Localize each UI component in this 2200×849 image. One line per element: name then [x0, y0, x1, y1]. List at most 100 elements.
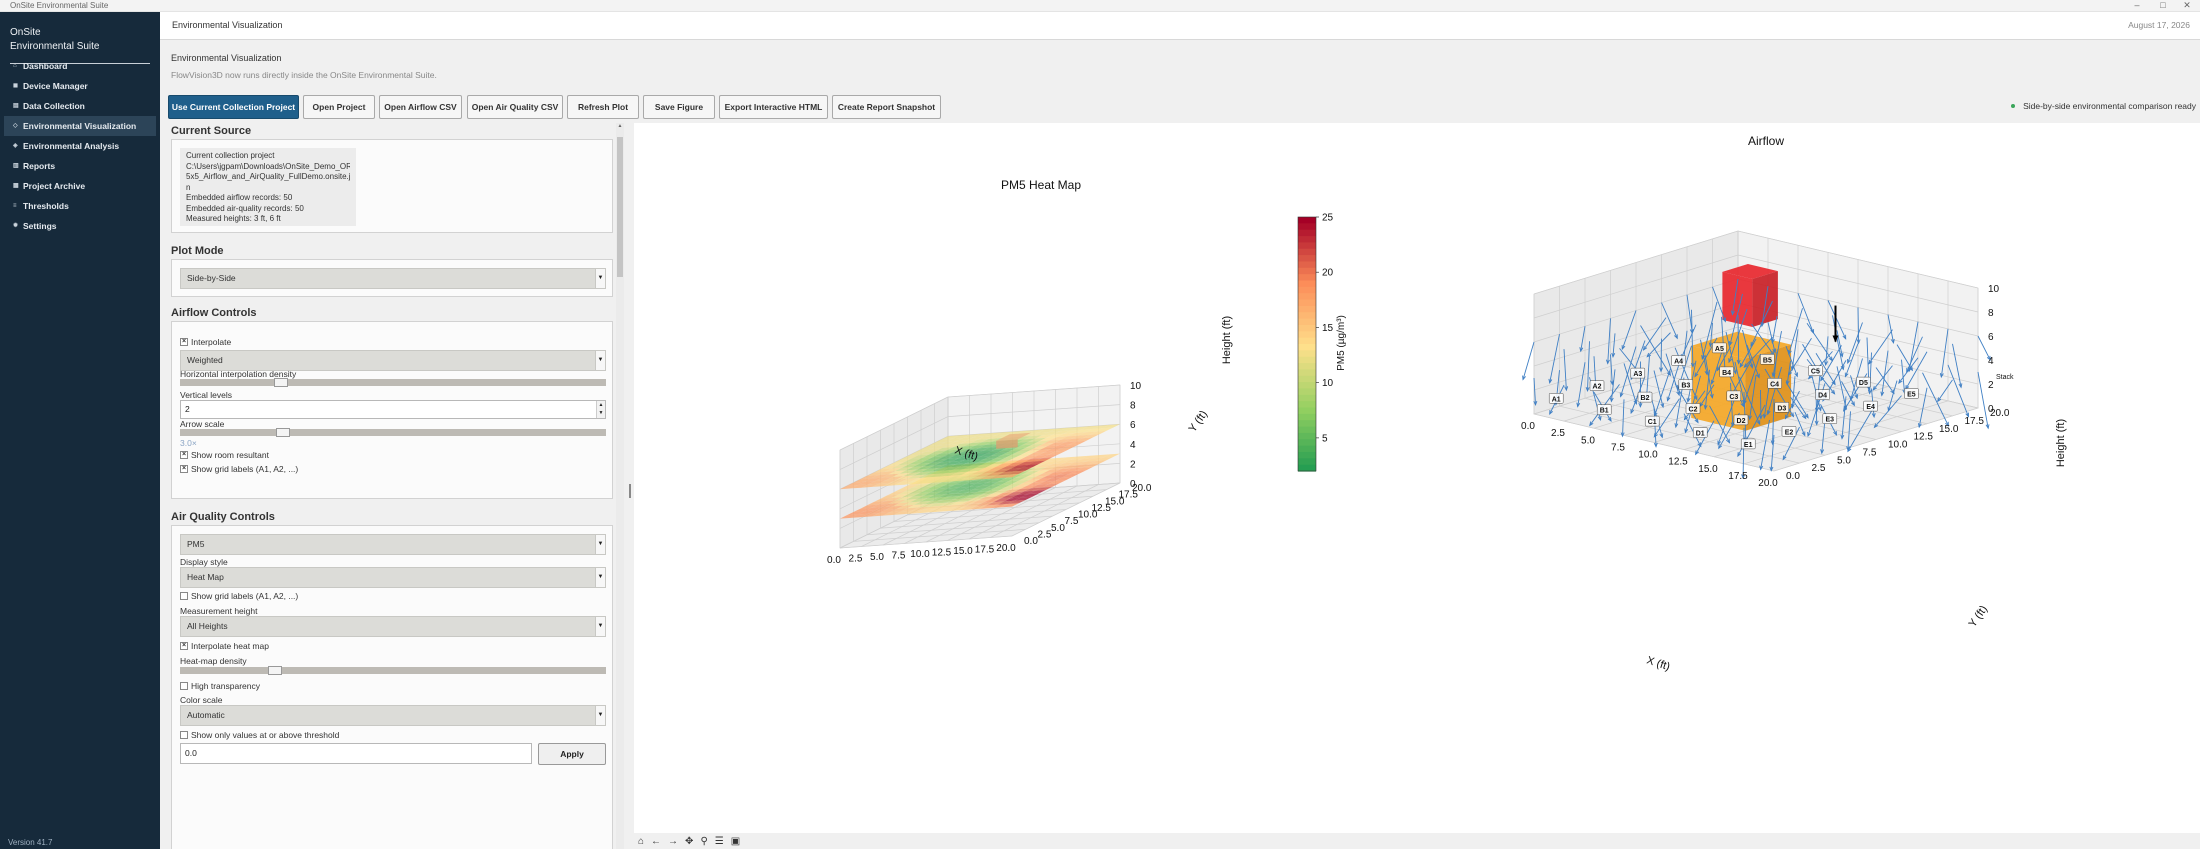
scroll-up-icon[interactable]: ▲ — [616, 123, 624, 133]
heatmap-density-slider[interactable] — [180, 666, 606, 675]
sidebar-item-data-collection[interactable]: ▤ Data Collection — [4, 96, 156, 116]
open-project-button[interactable]: Open Project — [303, 95, 375, 119]
plot-canvas[interactable]: PM5 Heat Map 0.0 2.5 5.0 7.5 10.0 12.5 15.0 17.… — [634, 123, 2200, 833]
forward-icon[interactable]: → — [668, 836, 678, 847]
x-tick-label: 17.5 — [1728, 471, 1748, 482]
plot-figure[interactable]: PM5 Heat Map 0.0 2.5 5.0 7.5 10.0 12.5 15.0 17.… — [634, 123, 2200, 833]
open-air-quality-csv-button[interactable]: Open Air Quality CSV — [467, 95, 563, 119]
create-report-snapshot-button[interactable]: Create Report Snapshot — [832, 95, 941, 119]
colorbar-tick-label: 20 — [1322, 268, 1334, 279]
refresh-plot-button[interactable]: Refresh Plot — [567, 95, 639, 119]
h-density-slider[interactable] — [180, 378, 606, 387]
threshold-only-checkbox[interactable]: Show only values at or above threshold — [180, 730, 339, 740]
use-current-collection-project-button[interactable]: Use Current Collection Project — [168, 95, 299, 119]
checkbox-unchecked-icon — [180, 682, 188, 690]
scrollbar-thumb[interactable] — [617, 137, 623, 277]
z-tick-label: 2 — [1988, 380, 1994, 391]
sidebar-item-device-manager[interactable]: ◼ Device Manager — [4, 76, 156, 96]
sidebar-item-project-archive[interactable]: ▦ Project Archive — [4, 176, 156, 196]
plot-navigation-toolbar: ⌂ ← → ✥ ⚲ ☰ ▣ — [634, 833, 2200, 849]
show-room-resultant-checkbox[interactable]: × Show room resultant — [180, 450, 269, 460]
z-tick-label: 0 — [1988, 404, 1994, 415]
zoom-icon[interactable]: ⚲ — [700, 836, 707, 847]
spin-arrows-icon[interactable]: ▲ ▼ — [596, 401, 605, 418]
high-transparency-checkbox[interactable]: High transparency — [180, 681, 260, 691]
splitter-grip[interactable] — [629, 484, 631, 498]
pan-icon[interactable]: ✥ — [685, 836, 693, 847]
aq-grid-labels-checkbox[interactable]: Show grid labels (A1, A2, ...) — [180, 591, 298, 601]
colorbar-tick-label: 10 — [1322, 378, 1334, 389]
sidebar-item-label: Environmental Analysis — [23, 141, 120, 151]
sidebar-item-label: Project Archive — [23, 181, 86, 191]
obstacle-stack — [1752, 271, 1778, 327]
sidebar-item-environmental-analysis[interactable]: ◈ Environmental Analysis — [4, 136, 156, 156]
color-scale-select[interactable]: Automatic ▼ — [180, 705, 606, 726]
maximize-icon[interactable]: □ — [2152, 0, 2174, 10]
colorbar-segment — [1298, 248, 1316, 256]
sidebar-item-settings[interactable]: ✹ Settings — [4, 216, 156, 236]
plot-mode-select[interactable]: Side-by-Side ▼ — [180, 268, 606, 289]
checkbox-unchecked-icon — [180, 592, 188, 600]
interpolate-heatmap-checkbox[interactable]: × Interpolate heat map — [180, 641, 269, 651]
x-tick-label: 5.0 — [870, 552, 884, 563]
home-icon[interactable]: ⌂ — [638, 836, 644, 847]
apply-button[interactable]: Apply — [538, 743, 606, 765]
grid-label: B1 — [1600, 408, 1609, 415]
colorbar-segment — [1298, 274, 1316, 282]
control-panel-scrollbar[interactable]: ▲ — [616, 123, 624, 849]
minimize-icon[interactable]: – — [2126, 0, 2148, 10]
airflow-z-ticks: 0 2 4 6 8 10 — [1988, 284, 2000, 415]
sidebar-item-environmental-visualization[interactable]: ◇ Environmental Visualization — [4, 116, 156, 136]
sidebar-item-thresholds[interactable]: ≡ Thresholds — [4, 196, 156, 216]
export-interactive-html-button[interactable]: Export Interactive HTML — [719, 95, 828, 119]
x-tick-label: 0.0 — [1521, 421, 1535, 432]
colorbar-segment — [1298, 388, 1316, 396]
threshold-input[interactable]: 0.0 — [180, 743, 532, 764]
sidebar-item-dashboard[interactable]: ⌂ Dashboard — [4, 56, 156, 76]
colorbar-segment — [1298, 375, 1316, 383]
arrow-scale-slider[interactable] — [180, 428, 606, 437]
x-tick-label: 20.0 — [996, 543, 1016, 554]
interpolation-method-select[interactable]: Weighted ▼ — [180, 350, 606, 371]
display-style-label: Display style — [180, 557, 228, 567]
panel-splitter[interactable] — [626, 123, 634, 849]
measurement-height-value: All Heights — [187, 621, 228, 631]
status-dot-icon — [2011, 104, 2016, 108]
display-style-select[interactable]: Heat Map ▼ — [180, 567, 606, 588]
threshold-only-label: Show only values at or above threshold — [191, 730, 340, 740]
interpolate-checkbox[interactable]: × Interpolate — [180, 337, 231, 347]
back-icon[interactable]: ← — [651, 836, 661, 847]
sidebar-item-label: Reports — [23, 161, 56, 171]
slider-handle[interactable] — [276, 428, 290, 437]
pollutant-select[interactable]: PM5 ▼ — [180, 534, 606, 555]
open-airflow-csv-button[interactable]: Open Airflow CSV — [379, 95, 462, 119]
colorbar-segment — [1298, 255, 1316, 263]
grid-label: D1 — [1696, 431, 1705, 438]
x-tick-label: 12.5 — [932, 548, 952, 559]
pollutant-value: PM5 — [187, 539, 205, 549]
measurement-height-label: Measurement height — [180, 606, 258, 616]
y-tick-label: 5.0 — [1051, 523, 1065, 534]
close-icon[interactable]: ✕ — [2176, 0, 2198, 11]
grid-label: A1 — [1552, 396, 1561, 403]
grid-label: A3 — [1633, 371, 1642, 378]
colorbar-tick-label: 5 — [1322, 433, 1328, 444]
airflow-grid-labels-checkbox[interactable]: × Show grid labels (A1, A2, ...) — [180, 464, 298, 474]
sidebar-item-reports[interactable]: ▥ Reports — [4, 156, 156, 176]
header: Environmental Visualization August 17, 2… — [160, 12, 2200, 40]
slider-handle[interactable] — [274, 378, 288, 387]
airflow-arrow — [1857, 307, 1860, 344]
save-figure-button[interactable]: Save Figure — [643, 95, 715, 119]
current-source-group: Current collection project C:\Users\jgpa… — [171, 139, 613, 233]
brand-name: OnSite — [10, 27, 41, 38]
air-quality-controls-title: Air Quality Controls — [171, 511, 275, 523]
slider-handle[interactable] — [268, 666, 282, 675]
save-icon[interactable]: ▣ — [731, 836, 740, 847]
configure-icon[interactable]: ☰ — [715, 836, 724, 847]
sidebar-item-label: Thresholds — [23, 201, 69, 211]
heatmap-chart: PM5 Heat Map 0.0 2.5 5.0 7.5 10.0 12.5 15.0 17.… — [827, 178, 1347, 566]
measurement-height-select[interactable]: All Heights ▼ — [180, 616, 606, 637]
vertical-levels-spinbox[interactable]: 2 ▲ ▼ — [180, 400, 606, 419]
x-tick-label: 7.5 — [892, 551, 906, 562]
grid-label: E2 — [1785, 429, 1794, 436]
